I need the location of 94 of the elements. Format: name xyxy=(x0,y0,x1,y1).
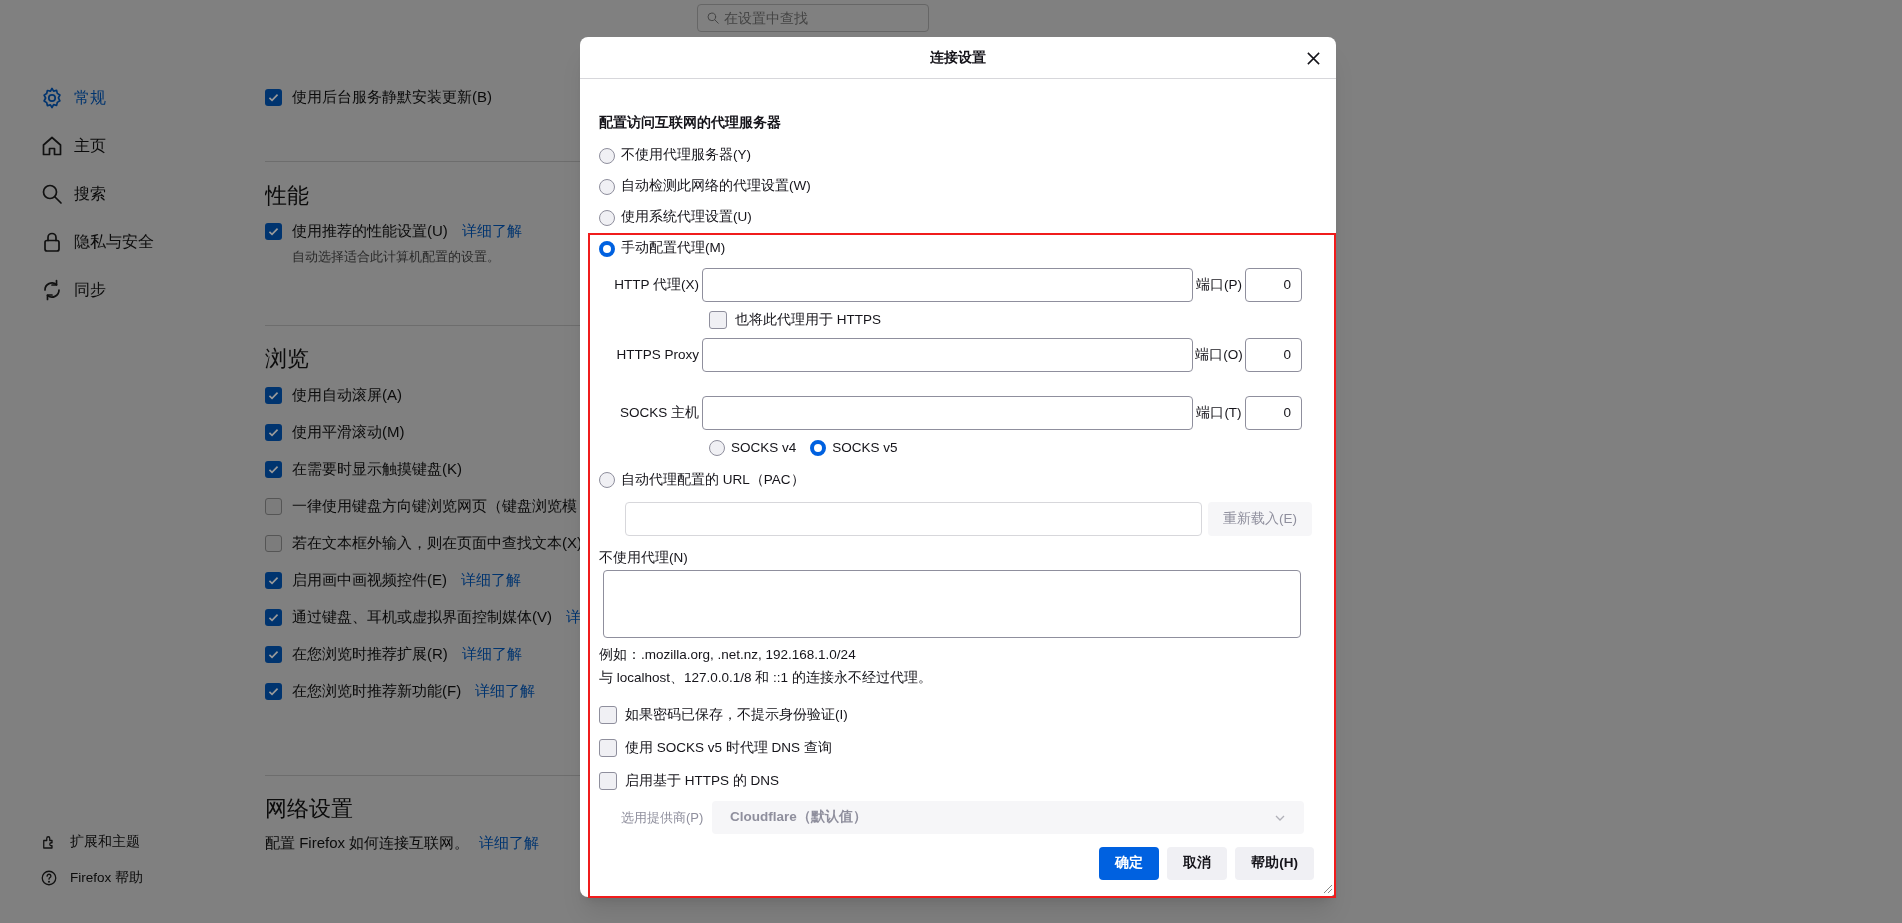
radio-button[interactable] xyxy=(599,240,615,257)
radio-label: SOCKS v4 xyxy=(731,438,797,457)
checkbox[interactable] xyxy=(265,608,282,626)
checkbox[interactable] xyxy=(709,311,727,329)
checkbox[interactable] xyxy=(265,89,282,106)
port-field[interactable]: 0 xyxy=(1245,396,1302,430)
section-heading: 配置访问互联网的代理服务器 xyxy=(599,113,782,132)
port-label: 端口(O) xyxy=(1194,345,1244,364)
dialog-title: 连接设置 xyxy=(930,48,986,67)
dialog-button[interactable]: 帮助(H) xyxy=(1235,847,1314,880)
close-icon xyxy=(1305,50,1321,66)
field-label: HTTP 代理(X) xyxy=(613,275,700,294)
section-heading: 性能 xyxy=(265,181,309,210)
sidebar-link[interactable]: Firefox 帮助 xyxy=(40,867,265,889)
search-field[interactable]: 在设置中查找 xyxy=(697,4,929,32)
radio-label: 使用系统代理设置(U) xyxy=(621,208,752,227)
sidebar-item[interactable]: 常规 xyxy=(40,82,265,114)
text-area[interactable] xyxy=(603,570,1301,638)
checkbox-label: 使用平滑滚动(M) xyxy=(292,421,405,442)
checkbox-label: 使用推荐的性能设置(U) xyxy=(292,221,448,242)
sidebar-item[interactable]: 主页 xyxy=(40,130,265,162)
port-label: 端口(P) xyxy=(1195,275,1243,294)
checkbox[interactable] xyxy=(265,423,282,441)
sidebar-item[interactable]: 搜索 xyxy=(40,178,265,210)
sidebar-item[interactable]: 同步 xyxy=(40,274,265,306)
checkbox-label: 使用自动滚屏(A) xyxy=(292,384,402,405)
radio-button[interactable] xyxy=(599,472,615,488)
checkbox[interactable] xyxy=(265,534,282,552)
checkbox-label: 使用 SOCKS v5 时代理 DNS 查询 xyxy=(625,738,832,757)
learn-more-link[interactable]: 详细了解 xyxy=(475,679,536,703)
input-field[interactable] xyxy=(702,338,1193,372)
radio-label: 手动配置代理(M) xyxy=(621,239,726,258)
sidebar-item[interactable]: 隐私与安全 xyxy=(40,226,265,258)
checkbox[interactable] xyxy=(599,739,617,757)
url-field[interactable] xyxy=(625,502,1202,536)
port-label: 端口(T) xyxy=(1195,403,1243,422)
search-icon xyxy=(706,11,720,25)
sidebar-link[interactable]: 扩展和主题 xyxy=(40,831,265,853)
search-placeholder: 在设置中查找 xyxy=(724,8,808,28)
checkbox[interactable] xyxy=(265,223,282,240)
hint-text: 与 localhost、127.0.0.1/8 和 ::1 的连接永不经过代理。 xyxy=(599,668,933,687)
section-heading: 浏览 xyxy=(265,345,309,373)
checkbox-label: 启用画中画视频控件(E) xyxy=(292,569,447,590)
radio-label: 不使用代理服务器(Y) xyxy=(621,146,751,165)
field-label: 选用提供商(P) xyxy=(620,808,705,827)
resize-grip-icon[interactable] xyxy=(1321,882,1333,894)
field-label: 不使用代理(N) xyxy=(599,549,689,567)
checkbox-label: 通过键盘、耳机或虚拟界面控制媒体(V) xyxy=(292,606,552,627)
search-icon xyxy=(40,182,64,206)
checkbox[interactable] xyxy=(599,772,617,790)
checkbox-label: 也将此代理用于 HTTPS xyxy=(735,310,881,329)
checkbox[interactable] xyxy=(265,460,282,478)
help-icon xyxy=(40,869,58,887)
field-label: HTTPS Proxy xyxy=(615,345,700,364)
field-label: SOCKS 主机 xyxy=(619,403,700,422)
checkbox[interactable] xyxy=(265,682,282,700)
radio-label: 自动代理配置的 URL（PAC） xyxy=(621,470,805,489)
port-field[interactable]: 0 xyxy=(1245,268,1302,302)
home-icon xyxy=(40,134,64,158)
checkbox-label: 在需要时显示触摸键盘(K) xyxy=(292,458,462,479)
port-field[interactable]: 0 xyxy=(1245,338,1302,372)
checkbox[interactable] xyxy=(265,386,282,404)
input-field[interactable] xyxy=(702,268,1193,302)
checkbox[interactable] xyxy=(265,497,282,515)
dialog-button[interactable]: 取消 xyxy=(1167,847,1228,880)
gear-icon xyxy=(40,86,64,110)
radio-button[interactable] xyxy=(709,440,725,456)
section-text: 配置 Firefox 如何连接互联网。 xyxy=(265,832,470,853)
checkbox[interactable] xyxy=(265,645,282,663)
checkbox-label: 在您浏览时推荐新功能(F) xyxy=(292,680,462,701)
learn-more-link[interactable]: 详 xyxy=(566,605,581,629)
learn-more-link[interactable]: 详细了解 xyxy=(479,831,540,854)
checkbox-label: 启用基于 HTTPS 的 DNS xyxy=(625,771,779,790)
checkbox[interactable] xyxy=(599,706,617,724)
input-field[interactable] xyxy=(702,396,1193,430)
reload-button[interactable]: 重新载入(E) xyxy=(1208,502,1312,536)
checkbox-label: 使用后台服务静默安装更新(B) xyxy=(292,87,492,108)
radio-button[interactable] xyxy=(810,440,827,456)
checkbox-label: 一律使用键盘方向键浏览网页（键盘浏览模 xyxy=(292,495,577,516)
hint-text: 例如：.mozilla.org, .net.nz, 192.168.1.0/24 xyxy=(599,645,857,664)
radio-button[interactable] xyxy=(599,209,615,226)
learn-more-link[interactable]: 详细了解 xyxy=(461,568,521,592)
learn-more-link[interactable]: 详细了解 xyxy=(461,642,522,666)
radio-label: SOCKS v5 xyxy=(832,438,898,457)
radio-label: 自动检测此网络的代理设置(W) xyxy=(621,177,811,196)
checkbox-label: 在您浏览时推荐扩展(R) xyxy=(292,643,448,664)
learn-more-link[interactable]: 详细了解 xyxy=(461,220,522,243)
checkbox[interactable] xyxy=(265,571,282,589)
dialog-button[interactable]: 确定 xyxy=(1099,847,1160,880)
radio-button[interactable] xyxy=(599,178,615,195)
checkbox-label: 如果密码已保存，不提示身份验证(I) xyxy=(625,705,848,724)
description-text: 自动选择适合此计算机配置的设置。 xyxy=(292,248,500,266)
radio-button[interactable] xyxy=(599,147,615,164)
section-heading: 网络设置 xyxy=(265,795,353,823)
